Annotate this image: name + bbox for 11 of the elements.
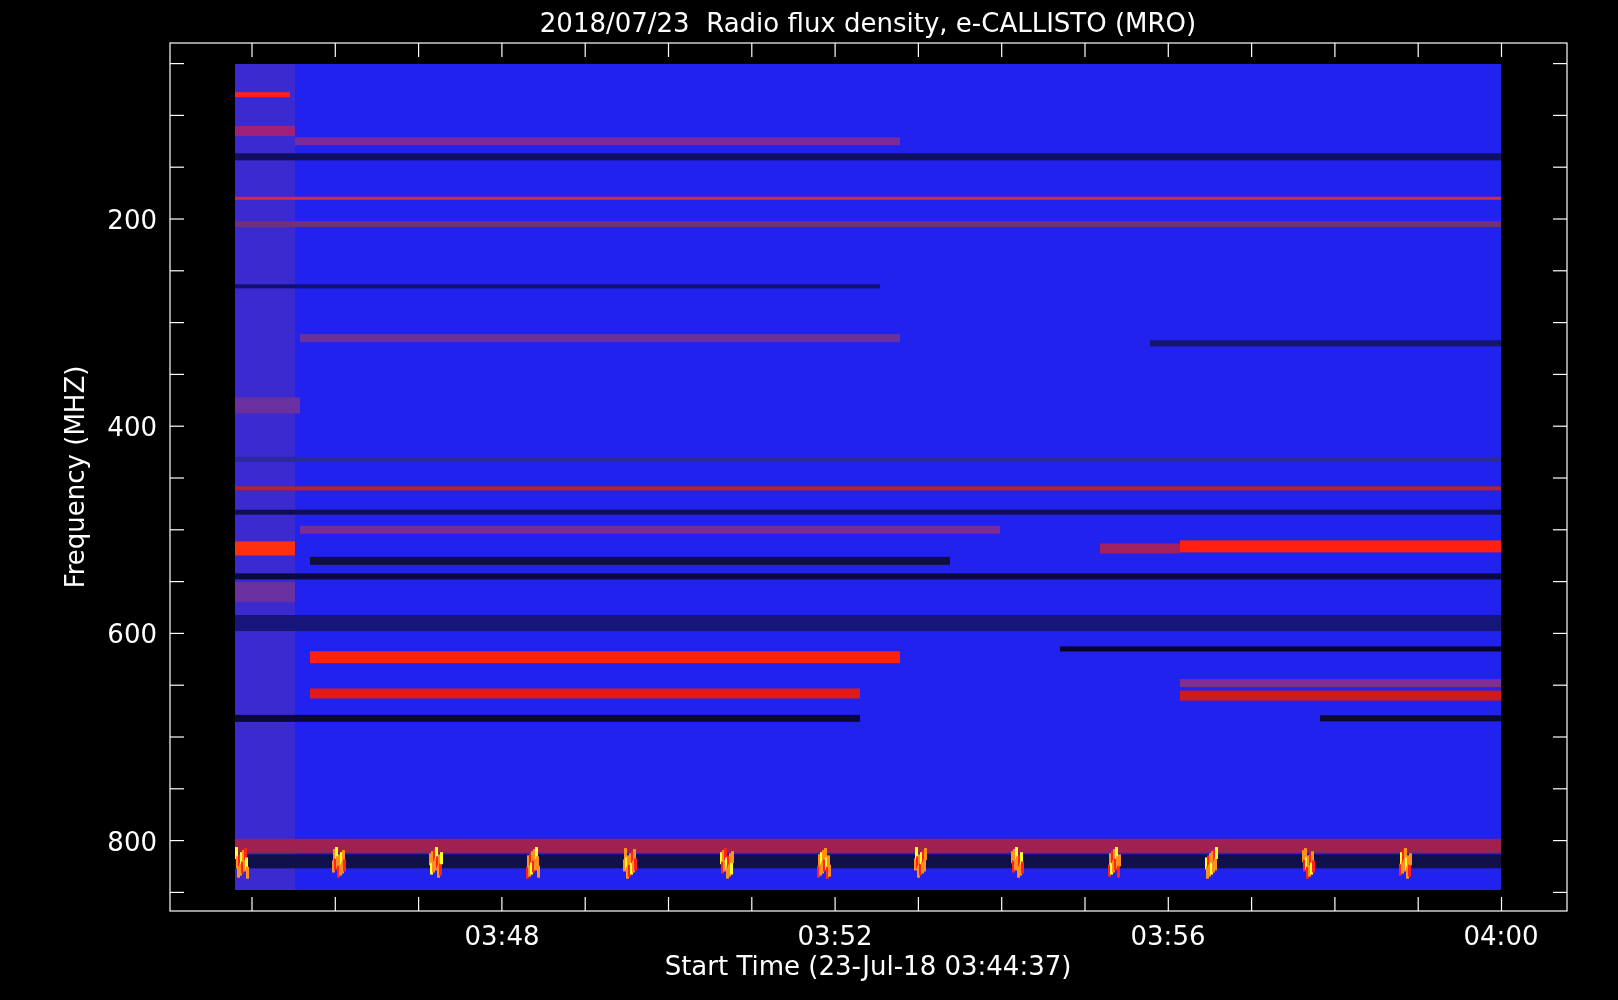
chart-title: 2018/07/23 Radio flux density, e-CALLISTO (MRO) bbox=[539, 8, 1197, 38]
axis-label: Start Time (23-Jul-18 03:44:37) bbox=[664, 951, 1072, 981]
tick-label: 600 bbox=[107, 619, 157, 650]
tick-label: 04:00 bbox=[1463, 921, 1539, 951]
tick-label: 03:48 bbox=[464, 921, 540, 951]
tick-label: 03:56 bbox=[1130, 921, 1206, 951]
tick-label: 03:52 bbox=[797, 921, 873, 951]
tick-label: 200 bbox=[107, 205, 157, 235]
tick-label: 400 bbox=[107, 412, 157, 443]
tick-label: 800 bbox=[107, 826, 157, 857]
axis-label: Frequency (MHZ) bbox=[60, 365, 90, 589]
